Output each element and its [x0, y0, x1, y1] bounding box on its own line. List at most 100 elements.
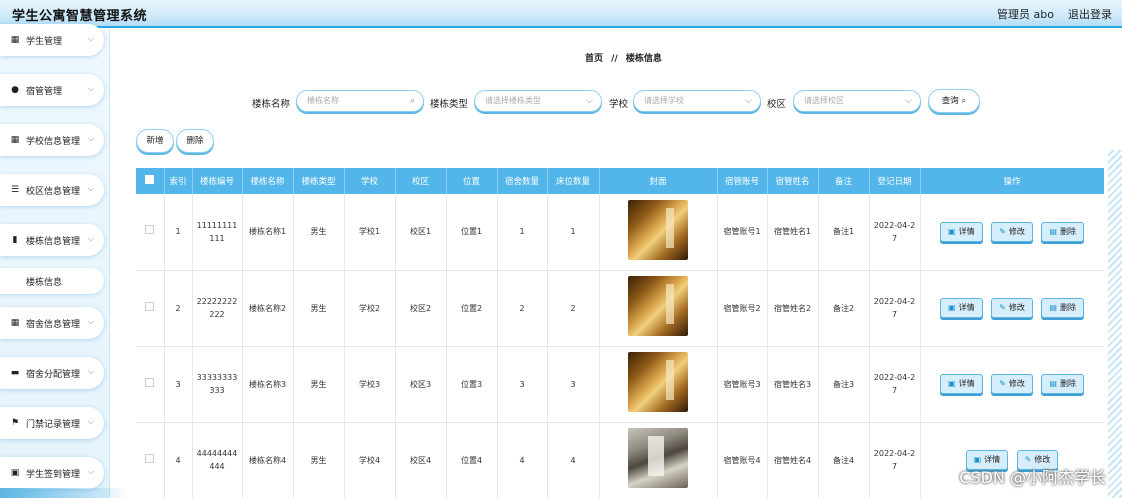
- school-label: 学校: [609, 99, 629, 110]
- column-header: 位置: [446, 168, 498, 194]
- select-all-cell[interactable]: [136, 168, 165, 194]
- add-button[interactable]: 新增: [136, 129, 174, 153]
- campus-select[interactable]: 请选择校区 ⌵: [793, 90, 921, 112]
- edit-icon: ✎: [999, 303, 1006, 312]
- sidebar-item-label: 学校信息管理: [26, 136, 81, 147]
- cell-manager: 宿管姓名1: [767, 194, 819, 271]
- cell-manager: 宿管姓名2: [767, 270, 819, 347]
- sidebar-item-dorm-info[interactable]: ▦ 宿舍信息管理 ⌵: [0, 307, 104, 339]
- delete-button[interactable]: ▤ 删除: [1041, 221, 1084, 242]
- detail-icon: ▣: [948, 303, 956, 312]
- row-checkbox[interactable]: [145, 225, 155, 235]
- row-checkbox[interactable]: [145, 453, 155, 463]
- detail-icon: ▣: [973, 455, 982, 464]
- cell-beds: 4: [547, 422, 600, 498]
- sidebar-item-label: 学生管理: [26, 36, 63, 47]
- row-select-cell[interactable]: [136, 270, 165, 347]
- building-name-placeholder: 楼栋名称: [307, 96, 339, 105]
- column-header: 宿管账号: [717, 168, 768, 194]
- sidebar-item-dorm-allocation[interactable]: ▬ 宿舍分配管理 ⌵: [0, 357, 104, 389]
- column-header: 登记日期: [869, 168, 921, 194]
- cell-account: 宿管账号1: [717, 194, 768, 271]
- sidebar-item-label: 学生签到管理: [26, 469, 81, 480]
- sidebar-item-label: 宿舍信息管理: [26, 319, 81, 330]
- add-button-label: 新增: [146, 136, 164, 146]
- cell-account: 宿管账号3: [717, 346, 768, 423]
- building-type-label: 楼栋类型: [430, 99, 469, 110]
- query-button[interactable]: 查询 ⌕: [928, 89, 980, 113]
- detail-button[interactable]: ▣ 详情: [940, 221, 983, 242]
- delete-button[interactable]: ▤ 删除: [1041, 374, 1084, 394]
- edit-button[interactable]: ✎ 修改: [991, 298, 1033, 318]
- edit-button-label: 修改: [1008, 226, 1025, 236]
- top-header: 学生公寓智慧管理系统 管理员 abo 退出登录: [0, 0, 1122, 28]
- sidebar-item-label: 楼栋信息管理: [26, 236, 81, 247]
- trash-icon: ▤: [1049, 226, 1057, 236]
- cell-campus: 校区1: [395, 194, 447, 271]
- breadcrumb: 首页 // 楼栋信息: [585, 51, 662, 64]
- detail-icon: ▣: [948, 379, 956, 388]
- table-row: 1 11111111111 楼栋名称1 男生 学校1 校区1 位置1 1 1 宿…: [136, 194, 1104, 271]
- query-button-label: 查询: [941, 96, 959, 106]
- cover-image[interactable]: [628, 276, 688, 336]
- sidebar-item-access-records[interactable]: ⚑ 门禁记录管理 ⌵: [0, 407, 104, 439]
- column-header: 楼栋类型: [293, 168, 345, 194]
- row-checkbox[interactable]: [145, 301, 155, 311]
- building-name-input[interactable]: 楼栋名称 ⌕: [296, 90, 424, 112]
- table-header-row: 索引 楼栋编号 楼栋名称 楼栋类型 学校 校区 位置 宿舍数量 床位数量 封面 …: [136, 168, 1104, 194]
- column-header: 封面: [599, 168, 718, 194]
- grid-icon: ▦: [10, 135, 20, 145]
- sidebar-subitem-building[interactable]: 楼栋信息: [0, 268, 104, 294]
- cell-location: 位置4: [446, 422, 498, 498]
- sidebar-item-student[interactable]: ▦ 学生管理 ⌵: [0, 24, 104, 56]
- edit-button-label: 修改: [1008, 379, 1025, 388]
- decorative-bottom-bar: [0, 488, 130, 498]
- chevron-down-icon: ⌵: [87, 134, 94, 143]
- grid-icon: ▦: [10, 318, 20, 328]
- cell-manager: 宿管姓名4: [767, 422, 819, 498]
- cell-rooms: 1: [497, 194, 548, 271]
- search-icon: ⌕: [409, 96, 415, 106]
- detail-button[interactable]: ▣ 详情: [940, 298, 983, 318]
- select-all-checkbox[interactable]: [145, 175, 155, 184]
- cover-image[interactable]: [628, 199, 688, 260]
- building-type-select[interactable]: 请选择楼栋类型 ⌵: [474, 90, 602, 112]
- cell-code: 22222222222: [192, 270, 243, 347]
- cell-remark: 备注2: [818, 270, 870, 347]
- edit-button-label: 修改: [1034, 455, 1051, 464]
- sidebar-item-building-info[interactable]: ▮ 楼栋信息管理 ⌵: [0, 224, 104, 256]
- cover-image[interactable]: [628, 428, 688, 488]
- edit-button[interactable]: ✎ 修改: [991, 221, 1033, 242]
- search-icon: ⌕: [961, 96, 967, 106]
- grid-icon: ▦: [10, 35, 20, 45]
- cell-name: 楼栋名称1: [242, 194, 294, 271]
- school-select[interactable]: 请选择学校 ⌵: [633, 90, 761, 112]
- detail-button-label: 详情: [984, 455, 1001, 464]
- row-select-cell[interactable]: [136, 194, 165, 271]
- chevron-down-icon: ⌵: [87, 417, 94, 426]
- chevron-down-icon: ⌵: [87, 34, 94, 43]
- cover-image[interactable]: [628, 352, 688, 412]
- bar-chart-icon: ▮: [12, 235, 18, 245]
- batch-delete-button[interactable]: 删除: [176, 129, 214, 153]
- cell-operations: ▣ 详情 ✎ 修改 ▤ 删除: [920, 194, 1104, 271]
- sidebar-item-campus-info[interactable]: ☰ 校区信息管理 ⌵: [0, 174, 104, 206]
- chevron-down-icon: ⌵: [586, 96, 593, 106]
- detail-button-label: 详情: [958, 379, 975, 388]
- detail-button[interactable]: ▣ 详情: [940, 374, 983, 394]
- edit-button[interactable]: ✎ 修改: [991, 374, 1033, 394]
- cell-remark: 备注1: [818, 194, 870, 271]
- sidebar-item-checkin[interactable]: ▣ 学生签到管理 ⌵: [0, 457, 104, 489]
- delete-button[interactable]: ▤ 删除: [1041, 298, 1084, 318]
- column-header: 宿管姓名: [767, 168, 819, 194]
- row-checkbox[interactable]: [145, 377, 155, 387]
- cell-beds: 3: [547, 346, 600, 423]
- logout-link[interactable]: 退出登录: [1068, 6, 1112, 22]
- column-header: 宿舍数量: [497, 168, 548, 194]
- row-select-cell[interactable]: [136, 422, 165, 498]
- breadcrumb-home[interactable]: 首页: [585, 54, 603, 64]
- current-user[interactable]: 管理员 abo: [997, 6, 1054, 22]
- sidebar-item-school-info[interactable]: ▦ 学校信息管理 ⌵: [0, 124, 104, 156]
- row-select-cell[interactable]: [136, 346, 165, 423]
- cell-school: 学校4: [344, 422, 396, 498]
